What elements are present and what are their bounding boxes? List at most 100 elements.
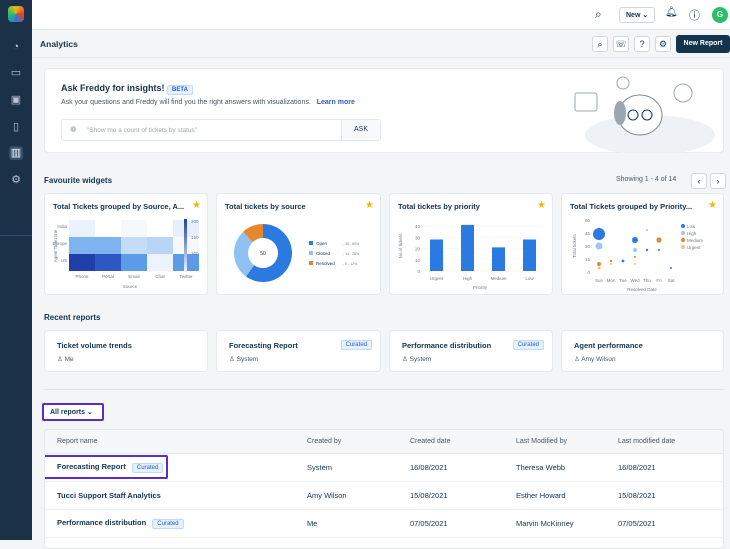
- app-logo[interactable]: [8, 6, 24, 22]
- legend-marker: [681, 245, 685, 249]
- x-tick: Sat: [668, 278, 676, 283]
- widget-card[interactable]: Total Tickets grouped by Priority... ★ 6…: [561, 193, 724, 295]
- freddy-input[interactable]: ❁ "Show me a count of tickets by status"…: [61, 119, 381, 141]
- created-date: 16/08/2021: [398, 453, 504, 482]
- star-icon[interactable]: ★: [708, 200, 717, 211]
- widget-card[interactable]: Total Tickets grouped by Source, A... ★ …: [44, 193, 208, 295]
- help-icon[interactable]: ⓘ: [689, 7, 700, 23]
- recent-report-card[interactable]: Forecasting Report Curated ♙ System: [216, 330, 381, 372]
- colorbar-tick: 150: [191, 235, 199, 240]
- heatmap-y-tick: US: [61, 258, 67, 263]
- column-header[interactable]: Last modified date: [606, 430, 723, 454]
- widget-card[interactable]: Total tickets by source ★ 50 Open - 30 - 6…: [216, 193, 381, 295]
- knowledge-base-icon[interactable]: ▯: [9, 120, 23, 134]
- widget-card[interactable]: Total tickets by priority ★ 40 30 20 10 0 Urg…: [389, 193, 553, 295]
- y-tick: 45: [585, 231, 591, 236]
- heatmap-cell: [69, 220, 95, 237]
- bar: [523, 239, 536, 271]
- report-owner: System: [409, 356, 432, 363]
- settings-icon[interactable]: ⚙: [655, 36, 671, 52]
- recent-report-card[interactable]: Performance distribution Curated ♙ Syste…: [389, 330, 553, 372]
- y-tick: 30: [415, 235, 421, 240]
- heatmap-y-tick: India: [57, 224, 67, 229]
- curated-badge: Curated: [512, 340, 544, 350]
- search-icon[interactable]: ⌕: [595, 7, 602, 22]
- avatar[interactable]: G: [712, 7, 728, 23]
- heatmap-x-tick: Chat: [155, 274, 165, 279]
- star-icon[interactable]: ★: [192, 200, 201, 211]
- top-bar: ⌕ New ⌄ 🔔︎ ⓘ G: [32, 0, 730, 30]
- heatmap-x-tick: Twitter: [179, 274, 193, 279]
- column-header[interactable]: Last Modified by: [504, 430, 606, 454]
- report-name: Ticket volume trends: [57, 341, 132, 350]
- x-tick: Thu: [643, 278, 651, 283]
- report-link[interactable]: Performance distribution: [57, 518, 146, 527]
- heatmap-cell: [95, 237, 121, 254]
- ask-button[interactable]: ASK: [341, 120, 380, 140]
- legend-swatch: [309, 241, 313, 245]
- bar: [461, 224, 474, 271]
- previous-page-button[interactable]: ‹: [691, 173, 707, 189]
- heatmap-x-tick: Portal: [102, 274, 114, 279]
- star-icon[interactable]: ★: [537, 200, 546, 211]
- settings-icon[interactable]: ⚙: [9, 173, 23, 187]
- freddy-title: Ask Freddy for insights! BETA: [61, 83, 193, 95]
- legend-marker: [681, 238, 685, 242]
- recent-report-card[interactable]: Agent performance ♙ Amy Wilson: [561, 330, 724, 372]
- x-axis-label: Priority: [473, 285, 488, 290]
- widget-title: Total Tickets grouped by Priority...: [570, 202, 693, 211]
- table-row[interactable]: Performance distribution Curated Me 07/0…: [45, 509, 723, 538]
- report-owner: Amy Wilson: [581, 356, 616, 363]
- table-row[interactable]: Tucci Support Staff Analytics Amy Wilson…: [45, 481, 723, 510]
- x-tick: Mon: [607, 278, 616, 283]
- scatter-point: [646, 229, 648, 231]
- colorbar: [184, 219, 187, 272]
- donut-chart: 50 Open - 30 - 60% Closed - 14 - 28% Resolved…: [234, 224, 359, 282]
- heatmap-cell: [121, 237, 147, 254]
- scatter-point: [595, 242, 603, 250]
- learn-more-link[interactable]: Learn more: [317, 99, 355, 106]
- new-dropdown[interactable]: New ⌄: [619, 7, 656, 23]
- scatter-point: [645, 248, 649, 252]
- recent-report-card[interactable]: Ticket volume trends ♙ Me: [44, 330, 208, 372]
- x-tick: Fri: [656, 278, 661, 283]
- star-icon[interactable]: ★: [365, 200, 374, 211]
- donut-center-label: 50: [260, 251, 266, 257]
- modified-date: 07/05/2021: [606, 509, 723, 538]
- sidebar-divider: [0, 235, 32, 236]
- freddy-bot-icon: ❁: [70, 125, 77, 134]
- search-icon[interactable]: ⌕: [592, 36, 608, 52]
- contacts-icon[interactable]: ▣: [9, 93, 23, 107]
- modified-by: Theresa Webb: [504, 453, 606, 482]
- freddy-description: Ask your questions and Freddy will find …: [61, 99, 355, 106]
- curated-badge: Curated: [340, 340, 372, 350]
- dashboard-icon[interactable]: ◔: [9, 40, 23, 54]
- user-icon: ♙: [574, 356, 580, 363]
- scatter-chart: 60 45 30 15 0 Sun Mon Tue Wed Thu Fri Sat Resolved D…: [572, 218, 703, 292]
- feedback-icon[interactable]: ☏: [613, 36, 629, 52]
- scatter-point: [593, 228, 605, 240]
- column-header[interactable]: Created date: [398, 430, 504, 454]
- analytics-icon[interactable]: ▥: [9, 146, 23, 160]
- scatter-point: [670, 267, 672, 269]
- x-tick: Medium: [490, 276, 506, 281]
- next-page-button[interactable]: ›: [710, 173, 726, 189]
- all-reports-dropdown[interactable]: All reports ⌄: [42, 403, 104, 421]
- x-axis-label: Source: [123, 284, 138, 289]
- tickets-icon[interactable]: ▭: [9, 66, 23, 80]
- modified-date: 15/08/2021: [606, 481, 723, 510]
- favourite-widgets-title: Favourite widgets: [44, 176, 113, 185]
- help-icon[interactable]: ?: [634, 36, 650, 52]
- beta-badge: BETA: [167, 85, 193, 95]
- heatmap-cell: [121, 254, 147, 271]
- scatter-point: [621, 259, 625, 263]
- scatter-point: [633, 248, 637, 252]
- notification-bell-icon[interactable]: 🔔︎: [665, 7, 678, 18]
- scatter-point: [597, 262, 601, 266]
- column-header[interactable]: Report name: [45, 430, 295, 454]
- column-header[interactable]: Created by: [295, 430, 398, 454]
- new-report-button[interactable]: New Report: [676, 35, 730, 53]
- report-link[interactable]: Tucci Support Staff Analytics: [57, 491, 161, 500]
- freddy-mascot-illustration: [574, 76, 715, 153]
- modified-by: Marvin McKinney: [504, 509, 606, 538]
